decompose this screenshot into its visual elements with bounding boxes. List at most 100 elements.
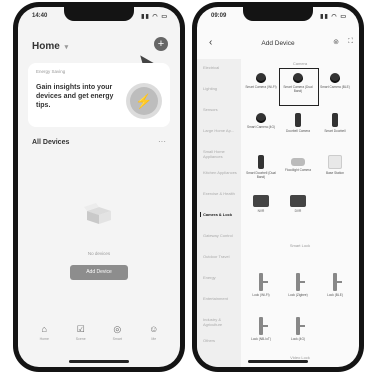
category-item[interactable]: Camera & Lock [200,212,239,217]
device-label: Doorbell Camera [285,129,311,133]
device-label: Floodlight Camera [284,168,312,172]
device-item[interactable]: Smart Doorbell (Dual Band) [243,155,279,179]
tab-label: Smart [112,337,122,341]
device-item[interactable]: Lock (4G) [280,317,316,341]
doorbell-icon [295,113,301,127]
device-item[interactable]: Smart Camera (4G) [243,113,279,129]
camera-icon [256,113,266,123]
tab-smart[interactable]: ◎ Smart [105,323,129,341]
right-phone: 09:09 ▮▮ ◠ ▭ ‹ Add Device ⊚ ⛶ Electrical… [192,2,364,372]
device-item[interactable]: NVR [243,195,279,213]
add-device-plus-button[interactable]: + [154,37,168,51]
no-devices-text: No devices [87,251,111,256]
scan-icon[interactable]: ⛶ [348,38,353,46]
add-device-button[interactable]: Add Device [70,265,128,280]
device-item[interactable]: Smart Camera (Dual Band) [280,73,316,93]
device-label: Smart Doorbell [324,129,346,133]
home-screen: 14:40 ▮▮ ◠ ▭ Home ▾ + Energy Saving Gain… [18,7,180,367]
device-item[interactable]: Lock (BLE) [317,273,353,297]
category-item[interactable]: Others [203,338,239,343]
tab-me[interactable]: ☺ Me [142,323,166,341]
device-item[interactable]: Base Station [317,155,353,175]
base-station-icon [328,155,342,169]
device-item[interactable]: DVR [280,195,316,213]
device-item[interactable]: Doorbell Camera [280,113,316,133]
group-label-smart-lock: Smart Lock [289,243,311,248]
floodlight-icon [291,158,305,166]
status-time: 09:09 [211,13,227,19]
device-item[interactable]: Lock (NB-IoT) [243,317,279,341]
device-label: Smart Camera (Wi-Fi) [245,85,277,89]
nvr-icon [253,195,269,207]
category-item[interactable]: Sensors [203,107,239,112]
category-item[interactable]: Industry & Agriculture [203,317,239,327]
device-label: Lock (4G) [291,337,305,341]
device-item[interactable]: Floodlight Camera [280,155,316,172]
lock-icon [296,273,305,291]
energy-saving-card[interactable]: Energy Saving Gain insights into your de… [28,63,170,127]
category-item[interactable]: Energy [203,275,239,280]
left-phone: 14:40 ▮▮ ◠ ▭ Home ▾ + Energy Saving Gain… [13,2,185,372]
category-item[interactable]: Gateway Control [203,233,239,238]
category-item[interactable]: Electrical [203,65,239,70]
status-icons: ▮▮ ◠ ▭ [320,14,347,20]
device-label: Smart Doorbell (Dual Band) [246,171,276,179]
category-item[interactable]: Exercise & Health [203,191,239,196]
device-label: Base Station [325,171,345,175]
home-selector[interactable]: Home ▾ [32,41,68,52]
tab-home[interactable]: ⌂ Home [32,323,56,341]
more-options-icon[interactable]: ··· [158,137,166,146]
device-item[interactable]: Lock (Wi-Fi) [243,273,279,297]
gear-icon[interactable]: ⊚ [333,38,339,46]
camera-icon [330,73,340,83]
profile-icon: ☺ [149,324,159,334]
category-item[interactable]: Outdoor Travel [203,254,239,259]
home-indicator [69,360,129,363]
device-label: Lock (Zigbee) [288,293,308,297]
smart-icon: ◎ [113,324,122,334]
doorbell-icon [332,113,338,127]
doorbell-icon [258,155,264,169]
device-label: Lock (Wi-Fi) [252,293,270,297]
device-label: Lock (BLE) [327,293,343,297]
tab-label: Home [39,337,49,341]
status-icons: ▮▮ ◠ ▭ [141,14,168,20]
all-devices-title: All Devices [32,139,70,146]
category-item[interactable]: Kitchen Appliances [203,170,239,175]
lock-icon [333,273,342,291]
home-indicator [248,360,308,363]
device-item[interactable]: Smart Camera (BLE) [317,73,353,89]
tab-scene[interactable]: ☑ Scene [69,323,93,341]
camera-icon [293,73,303,83]
device-item[interactable]: Lock (Zigbee) [280,273,316,297]
device-item[interactable]: Smart Doorbell [317,113,353,133]
notch [64,7,134,21]
chevron-down-icon: ▾ [64,44,69,51]
home-label: Home [32,41,60,52]
category-item[interactable]: Lighting [203,86,239,91]
device-label: Smart Camera (Dual Band) [283,85,313,93]
tab-label: Scene [75,337,86,341]
device-label: NVR [257,209,265,213]
category-item[interactable]: Large Home Ap... [203,128,239,133]
group-label-camera: Camera [292,61,308,66]
status-time: 14:40 [32,13,48,19]
device-label: Smart Camera (4G) [247,125,275,129]
lightning-bolt-icon: ⚡ [130,87,158,115]
nav-bar: ‹ Add Device ⊚ ⛶ [197,37,359,51]
device-label: Lock (NB-IoT) [251,337,271,341]
home-icon: ⌂ [41,324,47,334]
nvr-icon [290,195,306,207]
tab-bar: ⌂ Home ☑ Scene ◎ Smart ☺ Me [18,323,180,355]
energy-card-tag: Energy Saving [36,69,66,74]
category-item[interactable]: Small Home Appliances [203,149,239,159]
lock-icon [259,273,268,291]
camera-icon [256,73,266,83]
device-item[interactable]: Smart Camera (Wi-Fi) [243,73,279,89]
energy-card-message: Gain insights into your devices and get … [36,84,114,109]
category-item[interactable]: Entertainment [203,296,239,301]
device-label: Smart Camera (BLE) [320,85,350,89]
empty-box-icon [84,203,111,224]
notch [243,7,313,21]
tab-label: Me [151,337,157,341]
